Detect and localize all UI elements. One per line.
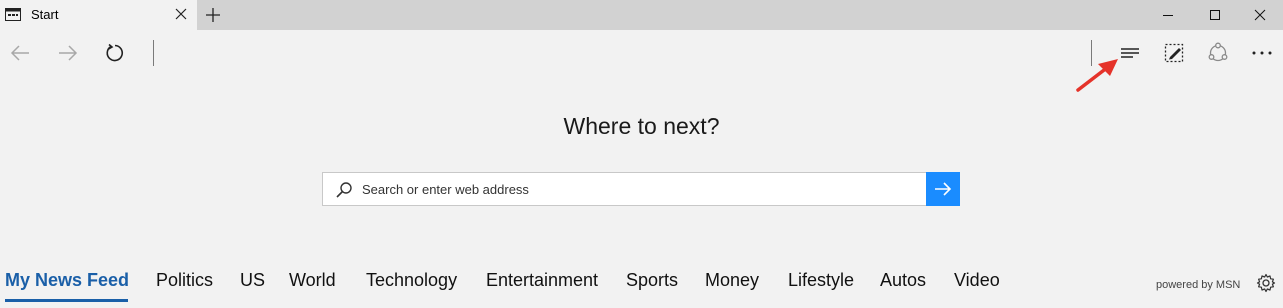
maximize-button[interactable] <box>1192 0 1238 30</box>
page-headline: Where to next? <box>563 113 720 139</box>
search-box[interactable] <box>322 172 960 206</box>
tab-start[interactable]: Start <box>0 0 197 30</box>
back-arrow-icon <box>10 45 29 61</box>
minimize-button[interactable] <box>1145 0 1191 30</box>
refresh-icon <box>106 43 124 62</box>
category-technology[interactable]: Technology <box>366 270 457 291</box>
active-category-underline <box>5 299 128 302</box>
plus-icon[interactable] <box>204 6 222 24</box>
tab-title: Start <box>31 7 59 22</box>
web-note-icon <box>1164 43 1184 63</box>
annotation-arrow <box>1076 59 1118 92</box>
category-politics[interactable]: Politics <box>156 270 213 291</box>
web-note-button[interactable] <box>1160 40 1188 66</box>
go-arrow-icon <box>935 182 952 196</box>
maximize-icon <box>1210 10 1220 20</box>
forward-button[interactable] <box>54 40 82 66</box>
more-icon <box>1252 51 1272 55</box>
powered-by-label: powered by MSN <box>1156 279 1241 291</box>
category-entertainment[interactable]: Entertainment <box>486 270 598 291</box>
settings-gear-icon[interactable] <box>1256 273 1276 293</box>
close-icon[interactable] <box>174 7 188 21</box>
category-us[interactable]: US <box>240 270 265 291</box>
window-close-icon <box>1254 9 1266 21</box>
category-autos[interactable]: Autos <box>880 270 926 291</box>
category-sports[interactable]: Sports <box>626 270 678 291</box>
search-icon <box>336 182 352 198</box>
category-money[interactable]: Money <box>705 270 759 291</box>
minimize-icon <box>1163 15 1173 16</box>
tab-page-icon <box>5 8 21 21</box>
forward-arrow-icon <box>59 45 78 61</box>
category-video[interactable]: Video <box>954 270 1000 291</box>
refresh-button[interactable] <box>101 40 129 66</box>
search-input[interactable] <box>362 173 922 205</box>
category-my-news-feed[interactable]: My News Feed <box>5 270 129 291</box>
category-world[interactable]: World <box>289 270 336 291</box>
category-lifestyle[interactable]: Lifestyle <box>788 270 854 291</box>
more-button[interactable] <box>1248 40 1276 66</box>
title-bar: Start <box>0 0 1283 30</box>
back-button[interactable] <box>6 40 34 66</box>
go-button[interactable] <box>926 172 960 206</box>
share-button[interactable] <box>1204 40 1232 66</box>
address-separator <box>153 40 154 66</box>
window-close-button[interactable] <box>1237 0 1283 30</box>
share-icon <box>1208 42 1228 62</box>
